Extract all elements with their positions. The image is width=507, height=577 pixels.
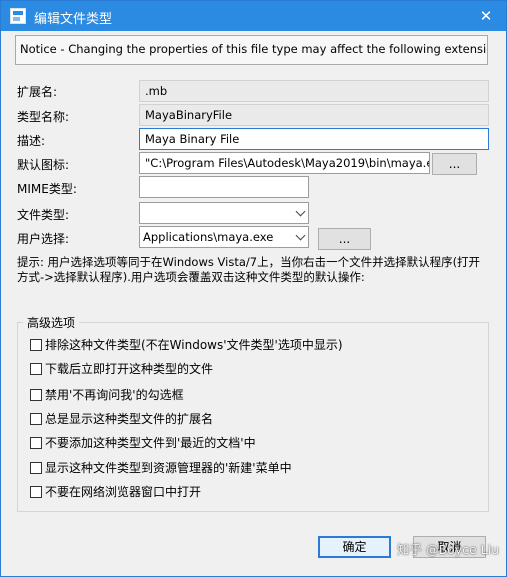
extension-field: .mb: [139, 80, 489, 102]
edit-file-type-dialog: 编辑文件类型 ✕ Notice - Changing the propertie…: [0, 0, 507, 577]
chevron-down-icon: [295, 230, 306, 241]
type-name-field: MayaBinaryFile: [139, 104, 489, 126]
mime-type-label: MIME类型:: [17, 182, 77, 196]
user-choice-value: Applications\maya.exe: [143, 230, 274, 244]
default-icon-browse-button[interactable]: ...: [432, 153, 477, 175]
description-input[interactable]: Maya Binary File: [139, 128, 489, 150]
user-choice-label: 用户选择:: [17, 232, 70, 246]
checkbox[interactable]: [30, 363, 42, 375]
watermark: 知乎 @Boyce Liu: [397, 542, 499, 557]
window-app-icon: [10, 8, 26, 24]
description-label: 描述:: [17, 134, 46, 148]
option-label: 总是显示这种类型文件的扩展名: [45, 412, 214, 426]
type-name-label: 类型名称:: [17, 110, 70, 124]
option-label: 下载后立即打开这种类型的文件: [45, 362, 214, 376]
option-label: 不要在网络浏览器窗口中打开: [45, 485, 202, 499]
advanced-options-title: 高级选项: [23, 314, 80, 331]
notice-box: Notice - Changing the properties of this…: [15, 35, 488, 65]
option-label: 排除这种文件类型(不在Windows'文件类型'选项中显示): [45, 338, 343, 352]
ok-button[interactable]: 确定: [318, 536, 391, 558]
default-icon-label: 默认图标:: [17, 158, 70, 172]
file-type-label: 文件类型:: [17, 208, 70, 222]
default-icon-input[interactable]: "C:\Program Files\Autodesk\Maya2019\bin\…: [139, 152, 430, 174]
title-bar[interactable]: 编辑文件类型 ✕: [1, 1, 506, 31]
option-label: 显示这种文件类型到资源管理器的'新建'菜单中: [45, 461, 292, 475]
checkbox[interactable]: [30, 462, 42, 474]
file-type-select[interactable]: [139, 202, 309, 224]
chevron-down-icon: [295, 206, 306, 217]
checkbox[interactable]: [30, 413, 42, 425]
extension-label: 扩展名:: [17, 85, 58, 99]
window-title: 编辑文件类型: [34, 12, 113, 27]
checkbox[interactable]: [30, 389, 42, 401]
checkbox[interactable]: [30, 437, 42, 449]
mime-type-input[interactable]: [139, 176, 309, 198]
checkbox[interactable]: [30, 339, 42, 351]
option-label: 禁用'不再询问我'的勾选框: [45, 388, 184, 402]
user-choice-select[interactable]: Applications\maya.exe: [139, 226, 309, 248]
checkbox[interactable]: [30, 486, 42, 498]
user-choice-browse-button[interactable]: ...: [318, 228, 371, 250]
option-label: 不要添加这种类型文件到'最近的文档'中: [45, 436, 256, 450]
close-icon[interactable]: ✕: [466, 1, 506, 31]
hint-text: 提示: 用户选择选项等同于在Windows Vista/7上，当你右击一个文件并…: [17, 255, 481, 284]
